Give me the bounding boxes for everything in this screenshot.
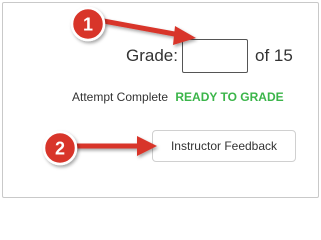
annotation-overlay: 1 2 (42, 6, 196, 166)
callout-number-2: 2 (55, 139, 65, 159)
callout-badge-1: 1 (70, 6, 106, 42)
callout-badge-2: 2 (42, 130, 78, 166)
callout-arrow-2 (71, 136, 157, 156)
callout-arrow-1 (95, 17, 196, 45)
callout-number-1: 1 (83, 15, 93, 35)
